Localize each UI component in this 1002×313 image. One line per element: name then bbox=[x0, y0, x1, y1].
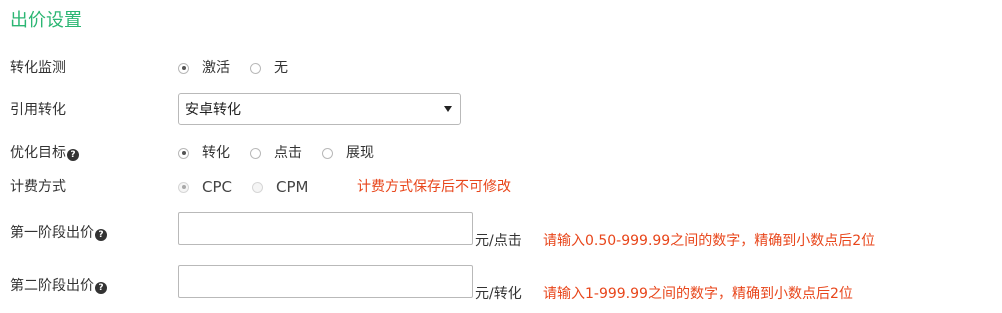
ref-conversion-select[interactable]: 安卓转化 bbox=[178, 93, 461, 125]
radio-icon[interactable] bbox=[178, 62, 189, 74]
radio-cpm[interactable]: CPM bbox=[252, 178, 308, 196]
radio-impression[interactable]: 展现 bbox=[322, 144, 374, 162]
stage1-bid-input[interactable] bbox=[178, 212, 473, 245]
stage2-hint: 请输入1-999.99之间的数字，精确到小数点后2位 bbox=[543, 286, 853, 302]
radio-cpc[interactable]: CPC bbox=[178, 178, 232, 196]
stage1-unit: 元/点击 bbox=[475, 233, 522, 249]
radio-impression-label: 展现 bbox=[346, 145, 374, 161]
radio-activate-label: 激活 bbox=[202, 60, 230, 76]
billing-radio-group: CPC CPM bbox=[178, 178, 328, 196]
radio-none[interactable]: 无 bbox=[250, 59, 288, 77]
radio-icon[interactable] bbox=[250, 62, 261, 74]
optimize-target-label-wrap: 优化目标? bbox=[10, 144, 79, 162]
radio-icon[interactable] bbox=[322, 147, 333, 159]
optimize-target-label: 优化目标 bbox=[10, 145, 66, 161]
radio-icon[interactable] bbox=[178, 147, 189, 159]
ref-conversion-selected-value: 安卓转化 bbox=[185, 102, 241, 118]
conversion-monitor-radio-group: 激活 无 bbox=[178, 59, 308, 77]
radio-none-label: 无 bbox=[274, 60, 288, 76]
radio-activate[interactable]: 激活 bbox=[178, 59, 230, 77]
stage2-label-wrap: 第二阶段出价? bbox=[10, 277, 107, 295]
radio-cpm-label: CPM bbox=[276, 178, 309, 196]
radio-cpc-label: CPC bbox=[202, 178, 232, 196]
question-circle-icon[interactable]: ? bbox=[95, 282, 107, 294]
stage2-label: 第二阶段出价 bbox=[10, 278, 94, 294]
billing-note: 计费方式保存后不可修改 bbox=[357, 179, 511, 195]
section-title: 出价设置 bbox=[10, 10, 82, 31]
ref-conversion-label: 引用转化 bbox=[10, 102, 66, 118]
stage1-label: 第一阶段出价 bbox=[10, 225, 94, 241]
question-circle-icon[interactable]: ? bbox=[67, 149, 79, 161]
radio-click-label: 点击 bbox=[274, 145, 302, 161]
radio-conversion-label: 转化 bbox=[202, 145, 230, 161]
optimize-target-radio-group: 转化 点击 展现 bbox=[178, 144, 394, 162]
radio-conversion[interactable]: 转化 bbox=[178, 144, 230, 162]
stage1-label-wrap: 第一阶段出价? bbox=[10, 224, 107, 242]
radio-icon[interactable] bbox=[250, 147, 261, 159]
conversion-monitor-label: 转化监测 bbox=[10, 60, 66, 76]
radio-click[interactable]: 点击 bbox=[250, 144, 302, 162]
radio-icon[interactable] bbox=[252, 181, 263, 193]
stage2-bid-input[interactable] bbox=[178, 265, 473, 298]
stage1-hint: 请输入0.50-999.99之间的数字，精确到小数点后2位 bbox=[543, 233, 876, 249]
chevron-down-icon bbox=[444, 106, 452, 112]
stage2-unit: 元/转化 bbox=[475, 286, 522, 302]
radio-icon[interactable] bbox=[178, 181, 189, 193]
question-circle-icon[interactable]: ? bbox=[95, 229, 107, 241]
billing-label: 计费方式 bbox=[10, 179, 66, 195]
